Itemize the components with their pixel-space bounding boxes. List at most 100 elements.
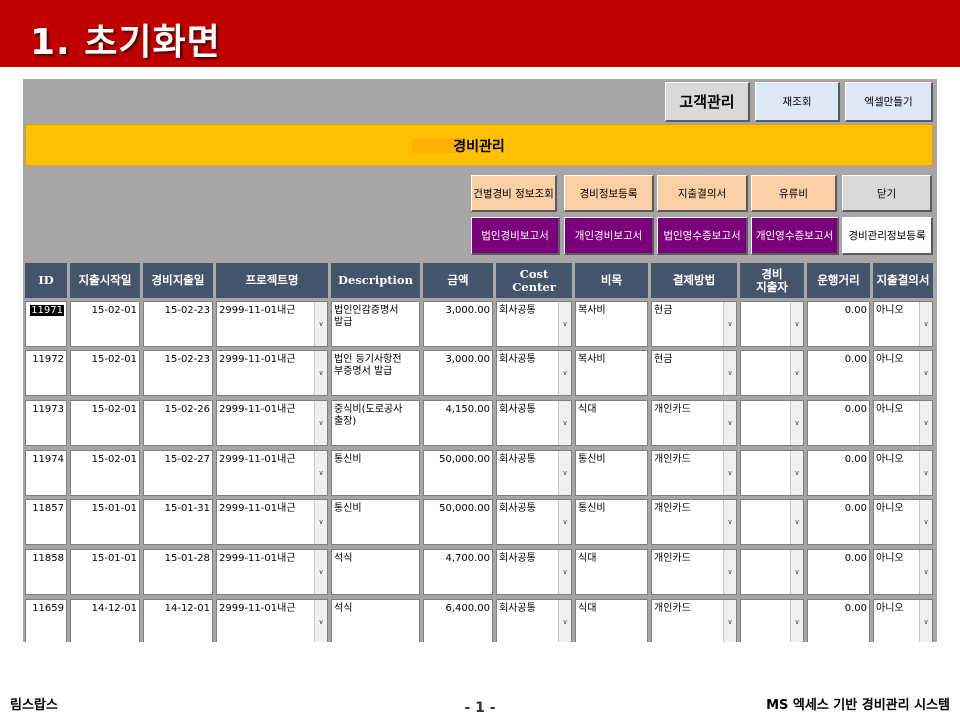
combo-cost-center[interactable]: 회사공통 ∨	[496, 549, 572, 595]
field-distance[interactable]: 0.00	[807, 400, 870, 446]
combo-payment-method[interactable]: 개인카드 ∨	[651, 549, 737, 595]
combo-payment-method[interactable]: 현금 ∨	[651, 301, 737, 347]
combo-spender[interactable]: ∨	[740, 301, 804, 347]
combo-project[interactable]: 2999-11-01내근 ∨	[216, 350, 328, 396]
personal-receipt-report-button[interactable]: 개인영수증보고서	[751, 217, 839, 255]
combo-project[interactable]: 2999-11-01내근 ∨	[216, 499, 328, 545]
chevron-down-icon[interactable]: ∨	[919, 351, 932, 395]
chevron-down-icon[interactable]: ∨	[723, 550, 736, 594]
chevron-down-icon[interactable]: ∨	[314, 500, 327, 544]
combo-spender[interactable]: ∨	[740, 599, 804, 642]
combo-resolution[interactable]: 아니오 ∨	[873, 400, 933, 446]
chevron-down-icon[interactable]: ∨	[314, 302, 327, 346]
field-expense-date[interactable]: 14-12-01	[143, 599, 213, 642]
chevron-down-icon[interactable]: ∨	[723, 302, 736, 346]
chevron-down-icon[interactable]: ∨	[314, 451, 327, 495]
chevron-down-icon[interactable]: ∨	[919, 302, 932, 346]
field-description[interactable]: 석식	[331, 599, 420, 642]
field-id[interactable]: 11973	[25, 400, 67, 446]
field-start-date[interactable]: 15-01-01	[70, 499, 140, 545]
combo-spender[interactable]: ∨	[740, 400, 804, 446]
field-amount[interactable]: 6,400.00	[423, 599, 493, 642]
combo-project[interactable]: 2999-11-01내근 ∨	[216, 301, 328, 347]
combo-payment-method[interactable]: 개인카드 ∨	[651, 450, 737, 496]
field-category[interactable]: 식대	[575, 599, 648, 642]
chevron-down-icon[interactable]: ∨	[314, 550, 327, 594]
combo-payment-method[interactable]: 개인카드 ∨	[651, 499, 737, 545]
case-expense-lookup-button[interactable]: 건별경비 정보조회	[471, 175, 557, 212]
field-distance[interactable]: 0.00	[807, 599, 870, 642]
field-start-date[interactable]: 15-02-01	[70, 400, 140, 446]
chevron-down-icon[interactable]: ∨	[790, 302, 803, 346]
chevron-down-icon[interactable]: ∨	[790, 550, 803, 594]
chevron-down-icon[interactable]: ∨	[558, 451, 571, 495]
combo-cost-center[interactable]: 회사공통 ∨	[496, 599, 572, 642]
close-button[interactable]: 닫기	[842, 175, 932, 212]
field-expense-date[interactable]: 15-02-23	[143, 350, 213, 396]
field-description[interactable]: 중식비(도로공사 출장)	[331, 400, 420, 446]
field-start-date[interactable]: 15-02-01	[70, 350, 140, 396]
combo-project[interactable]: 2999-11-01내근 ∨	[216, 450, 328, 496]
field-expense-date[interactable]: 15-02-26	[143, 400, 213, 446]
combo-cost-center[interactable]: 회사공통 ∨	[496, 301, 572, 347]
combo-payment-method[interactable]: 개인카드 ∨	[651, 400, 737, 446]
field-id[interactable]: 11857	[25, 499, 67, 545]
field-description[interactable]: 통신비	[331, 450, 420, 496]
chevron-down-icon[interactable]: ∨	[314, 351, 327, 395]
field-description[interactable]: 석식	[331, 549, 420, 595]
chevron-down-icon[interactable]: ∨	[558, 401, 571, 445]
field-amount[interactable]: 50,000.00	[423, 499, 493, 545]
chevron-down-icon[interactable]: ∨	[558, 600, 571, 642]
field-category[interactable]: 식대	[575, 549, 648, 595]
chevron-down-icon[interactable]: ∨	[790, 600, 803, 642]
combo-cost-center[interactable]: 회사공통 ∨	[496, 400, 572, 446]
field-expense-date[interactable]: 15-02-27	[143, 450, 213, 496]
expenditure-resolution-button[interactable]: 지출결의서	[657, 175, 748, 212]
combo-resolution[interactable]: 아니오 ∨	[873, 599, 933, 642]
combo-resolution[interactable]: 아니오 ∨	[873, 549, 933, 595]
field-expense-date[interactable]: 15-02-23	[143, 301, 213, 347]
chevron-down-icon[interactable]: ∨	[790, 451, 803, 495]
chevron-down-icon[interactable]: ∨	[558, 500, 571, 544]
combo-spender[interactable]: ∨	[740, 450, 804, 496]
field-distance[interactable]: 0.00	[807, 499, 870, 545]
field-distance[interactable]: 0.00	[807, 301, 870, 347]
combo-cost-center[interactable]: 회사공통 ∨	[496, 350, 572, 396]
field-category[interactable]: 복사비	[575, 350, 648, 396]
combo-resolution[interactable]: 아니오 ∨	[873, 301, 933, 347]
field-distance[interactable]: 0.00	[807, 350, 870, 396]
field-category[interactable]: 식대	[575, 400, 648, 446]
chevron-down-icon[interactable]: ∨	[919, 600, 932, 642]
field-expense-date[interactable]: 15-01-31	[143, 499, 213, 545]
field-amount[interactable]: 3,000.00	[423, 350, 493, 396]
chevron-down-icon[interactable]: ∨	[723, 451, 736, 495]
field-id[interactable]: 11972	[25, 350, 67, 396]
chevron-down-icon[interactable]: ∨	[790, 351, 803, 395]
field-amount[interactable]: 4,700.00	[423, 549, 493, 595]
field-id[interactable]: 11974	[25, 450, 67, 496]
excel-export-button[interactable]: 엑셀만들기	[845, 82, 933, 122]
chevron-down-icon[interactable]: ∨	[558, 351, 571, 395]
personal-expense-report-button[interactable]: 개인경비보고서	[564, 217, 654, 255]
fuel-cost-button[interactable]: 유류비	[751, 175, 837, 212]
field-category[interactable]: 통신비	[575, 499, 648, 545]
chevron-down-icon[interactable]: ∨	[723, 351, 736, 395]
requery-button[interactable]: 재조회	[755, 82, 840, 122]
field-category[interactable]: 통신비	[575, 450, 648, 496]
chevron-down-icon[interactable]: ∨	[919, 500, 932, 544]
field-distance[interactable]: 0.00	[807, 549, 870, 595]
field-description[interactable]: 통신비	[331, 499, 420, 545]
field-description[interactable]: 법인인감증명서 발급	[331, 301, 420, 347]
field-category[interactable]: 복사비	[575, 301, 648, 347]
field-distance[interactable]: 0.00	[807, 450, 870, 496]
combo-project[interactable]: 2999-11-01내근 ∨	[216, 599, 328, 642]
field-id[interactable]: 11858	[25, 549, 67, 595]
field-start-date[interactable]: 15-01-01	[70, 549, 140, 595]
combo-spender[interactable]: ∨	[740, 549, 804, 595]
chevron-down-icon[interactable]: ∨	[723, 401, 736, 445]
chevron-down-icon[interactable]: ∨	[919, 401, 932, 445]
combo-spender[interactable]: ∨	[740, 499, 804, 545]
chevron-down-icon[interactable]: ∨	[558, 302, 571, 346]
field-start-date[interactable]: 14-12-01	[70, 599, 140, 642]
combo-project[interactable]: 2999-11-01내근 ∨	[216, 549, 328, 595]
